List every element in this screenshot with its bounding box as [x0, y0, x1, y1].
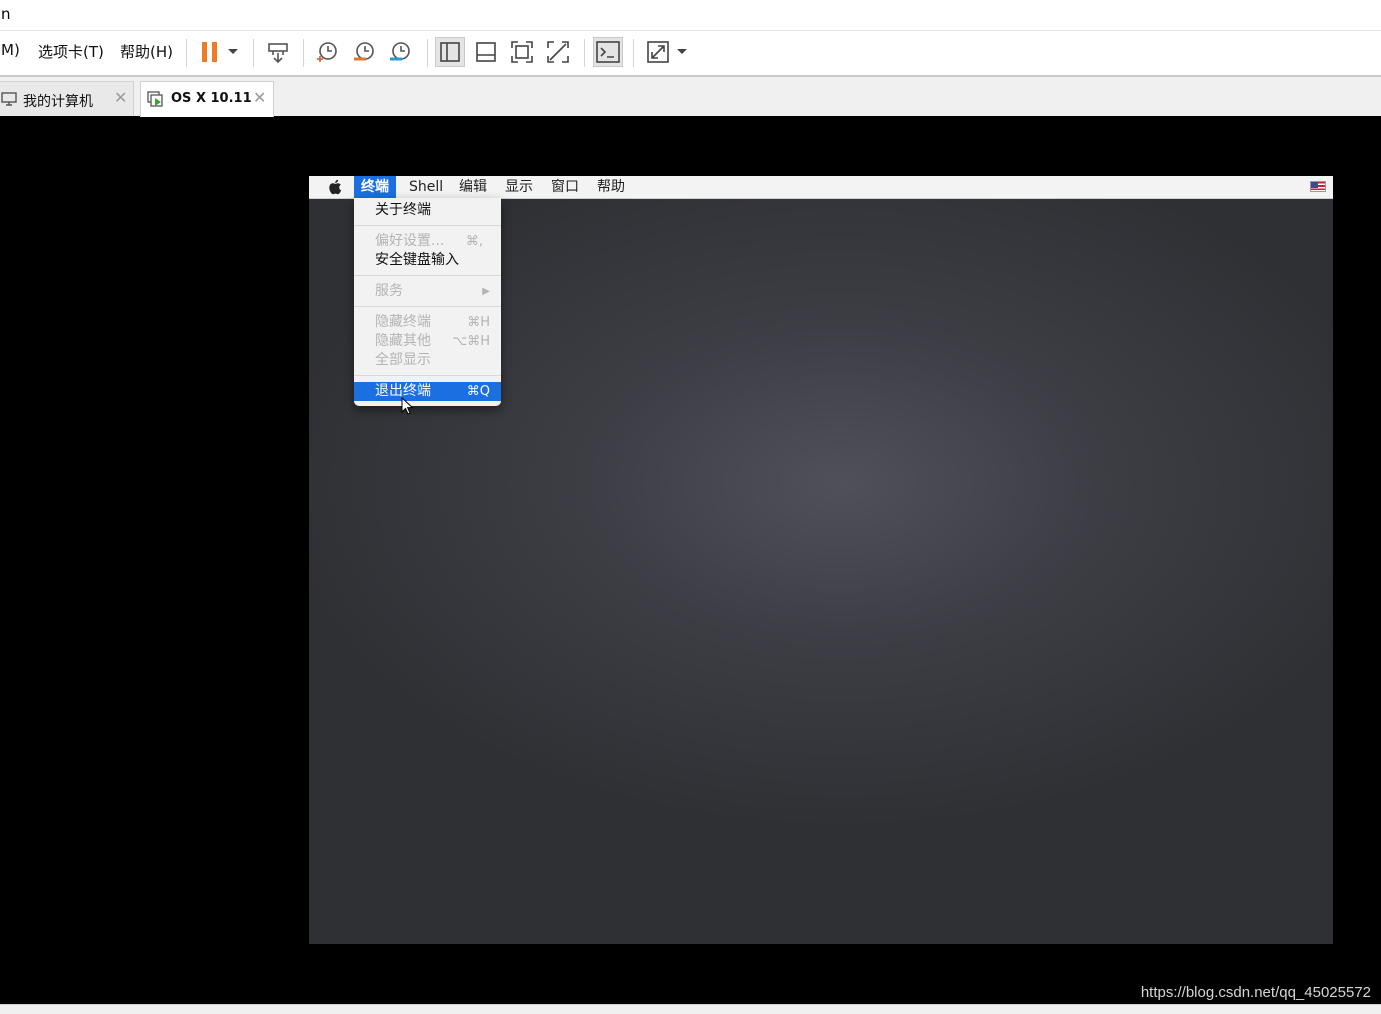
- snapshot-manager-icon: [390, 42, 410, 61]
- window-title: n: [1, 5, 11, 23]
- stretch-dropdown-button[interactable]: [671, 37, 693, 67]
- toolbar-separator: [253, 39, 254, 67]
- input-source-flag-icon[interactable]: [1310, 181, 1326, 192]
- window-title-bar: n: [0, 0, 1381, 31]
- mac-menu-window[interactable]: 窗口: [544, 176, 586, 198]
- tab-label: 我的计算机: [23, 94, 93, 110]
- send-ctrl-alt-del-button[interactable]: [263, 37, 293, 67]
- dropdown-arrow-icon: [677, 49, 687, 54]
- toolbar-separator: [303, 39, 304, 67]
- menu-item-shortcut: ⌘H: [467, 315, 490, 330]
- computer-icon: [1, 91, 17, 111]
- guest-screen[interactable]: 终端 Shell 编辑 显示 窗口 帮助 关于终端 偏好设置... ⌘, 安全键…: [309, 176, 1333, 944]
- pause-dropdown-button[interactable]: [222, 37, 244, 67]
- menu-help[interactable]: 帮助(H): [120, 41, 173, 62]
- pause-button[interactable]: [195, 37, 225, 67]
- revert-snapshot-icon: [354, 42, 374, 61]
- watermark: https://blog.csdn.net/qq_45025572: [1140, 984, 1371, 1001]
- console-view-button[interactable]: [593, 37, 623, 67]
- menu-item-about[interactable]: 关于终端: [354, 201, 501, 220]
- mac-menu-edit[interactable]: 编辑: [452, 176, 494, 198]
- menu-separator: [354, 306, 501, 307]
- close-icon[interactable]: ✕: [114, 88, 127, 107]
- menu-item-label: 关于终端: [375, 202, 431, 218]
- send-ctrl-alt-del-icon: [268, 43, 288, 64]
- menu-separator: [354, 225, 501, 226]
- close-icon[interactable]: ✕: [253, 88, 266, 107]
- mac-menu-help[interactable]: 帮助: [590, 176, 632, 198]
- menu-item-services[interactable]: 服务 ▶: [354, 282, 501, 301]
- tab-bar: 我的计算机 ✕ OS X 10.11 ✕: [0, 77, 1381, 117]
- mouse-pointer-icon: [401, 397, 414, 415]
- stretch-guest-icon: [647, 41, 669, 63]
- menu-item-quit[interactable]: 退出终端 ⌘Q: [354, 382, 501, 401]
- stretch-guest-button[interactable]: [643, 37, 673, 67]
- mac-menu-view[interactable]: 显示: [498, 176, 540, 198]
- tab-os-x[interactable]: OS X 10.11 ✕: [140, 81, 274, 117]
- mac-menu-terminal[interactable]: 终端: [354, 176, 396, 198]
- tab-label: OS X 10.11: [171, 91, 252, 106]
- pause-icon: [202, 42, 217, 62]
- toolbar-separator: [584, 39, 585, 67]
- menu-item-hide[interactable]: 隐藏终端 ⌘H: [354, 313, 501, 332]
- tab-my-computer[interactable]: 我的计算机 ✕: [0, 81, 134, 116]
- menu-tabs[interactable]: 选项卡(T): [38, 41, 104, 62]
- unity-button[interactable]: [543, 37, 573, 67]
- menu-item-shortcut: ⌘Q: [466, 384, 490, 399]
- library-view-button[interactable]: [435, 37, 465, 67]
- snapshot-manager-button[interactable]: [385, 37, 415, 67]
- library-view-icon: [440, 42, 460, 62]
- fullscreen-button[interactable]: [507, 37, 537, 67]
- revert-snapshot-button[interactable]: [349, 37, 379, 67]
- host-menubar: M) 选项卡(T) 帮助(H): [0, 31, 1381, 77]
- apple-icon[interactable]: [329, 179, 343, 199]
- menu-item-show-all[interactable]: 全部显示: [354, 351, 501, 370]
- menu-item-hide-others[interactable]: 隐藏其他 ⌥⌘H: [354, 332, 501, 351]
- terminal-menu-dropdown: 关于终端 偏好设置... ⌘, 安全键盘输入 服务 ▶ 隐藏终端 ⌘H 隐藏其他…: [354, 198, 501, 406]
- menu-vm[interactable]: M): [1, 41, 20, 59]
- menu-item-shortcut: ⌥⌘H: [452, 334, 490, 349]
- menu-item-secure-keyboard[interactable]: 安全键盘输入: [354, 251, 501, 270]
- vm-running-icon: [147, 91, 165, 113]
- dropdown-arrow-icon: [228, 49, 238, 54]
- mac-menu-shell[interactable]: Shell: [402, 176, 450, 198]
- menu-item-label: 偏好设置...: [375, 233, 445, 249]
- menu-item-label: 安全键盘输入: [375, 252, 459, 268]
- mac-menubar: 终端 Shell 编辑 显示 窗口 帮助: [309, 176, 1333, 199]
- submenu-arrow-icon: ▶: [482, 286, 490, 297]
- menu-separator: [354, 275, 501, 276]
- menu-item-label: 隐藏终端: [375, 314, 431, 330]
- toolbar-separator: [186, 39, 187, 67]
- menu-item-preferences[interactable]: 偏好设置... ⌘,: [354, 232, 501, 251]
- unity-icon: [547, 41, 569, 63]
- take-snapshot-button[interactable]: [312, 37, 342, 67]
- menu-item-label: 全部显示: [375, 352, 431, 368]
- toolbar-separator: [427, 39, 428, 67]
- thumbnail-bar-button[interactable]: [471, 37, 501, 67]
- menu-separator: [354, 375, 501, 376]
- menu-item-shortcut: ⌘,: [465, 234, 483, 249]
- menu-item-label: 隐藏其他: [375, 333, 431, 349]
- menu-item-label: 服务: [375, 283, 403, 299]
- fullscreen-icon: [511, 41, 533, 63]
- snapshot-icon: [317, 42, 337, 62]
- toolbar-separator: [633, 39, 634, 67]
- console-view-icon: [596, 41, 620, 63]
- thumbnail-bar-icon: [476, 42, 496, 62]
